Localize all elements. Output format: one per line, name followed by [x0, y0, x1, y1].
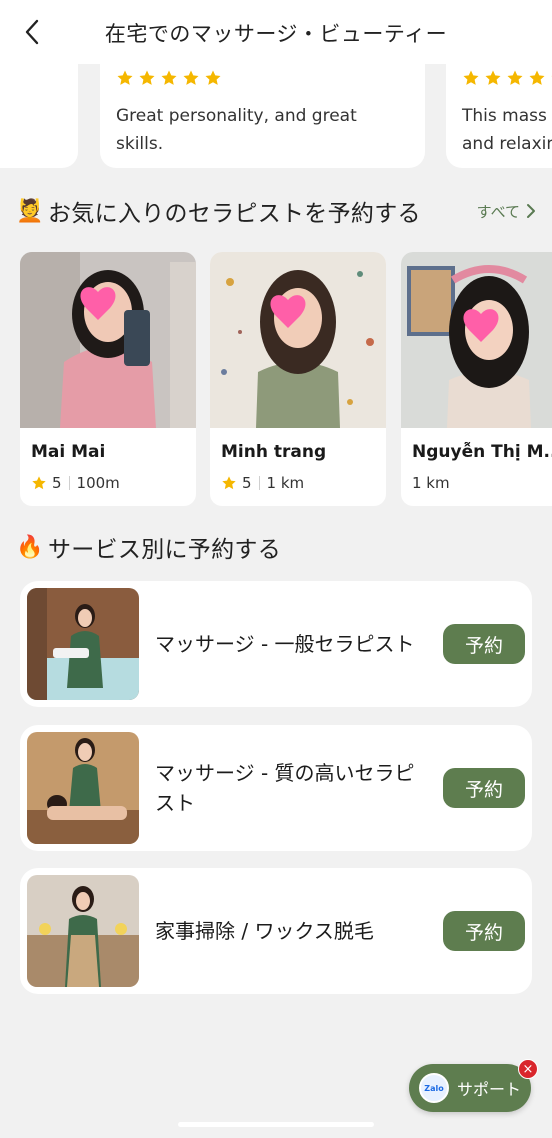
therapist-distance: 1 km — [266, 474, 305, 492]
fire-emoji-icon: 🔥 — [16, 534, 44, 560]
star-icon — [139, 70, 155, 85]
service-title: 家事掃除 / ワックス脱毛 — [155, 919, 374, 943]
therapist-name: Nguyễn Thị M... — [412, 442, 552, 462]
therapist-photo — [210, 252, 386, 428]
service-card[interactable]: 家事掃除 / ワックス脱毛 予約 — [20, 868, 532, 994]
therapist-card[interactable]: Nguyễn Thị M... 1 km — [401, 252, 552, 506]
home-indicator — [178, 1122, 374, 1127]
zalo-icon: Zalo — [419, 1073, 449, 1103]
therapist-rating: 5 — [242, 474, 252, 492]
service-title: マッサージ - 質の高いセラピスト — [155, 761, 415, 815]
therapist-name: Mai Mai — [31, 442, 106, 462]
star-icon — [222, 476, 236, 490]
therapist-meta: 5 100m — [20, 474, 196, 492]
service-image — [27, 732, 139, 844]
chevron-right-icon — [527, 204, 535, 218]
close-icon[interactable]: × — [518, 1059, 538, 1079]
see-all-link[interactable]: すべて — [477, 201, 536, 222]
page-title: 在宅でのマッサージ・ビューティー — [104, 22, 448, 46]
book-button[interactable]: 予約 — [443, 911, 525, 951]
star-icon — [161, 70, 177, 85]
star-icon — [205, 70, 221, 85]
therapist-distance: 100m — [76, 474, 120, 492]
therapist-meta: 5 1 km — [210, 474, 386, 492]
star-icon — [507, 70, 523, 85]
star-icon — [183, 70, 199, 85]
review-rating — [462, 68, 552, 88]
therapist-photo — [20, 252, 196, 428]
favorites-title: お気に入りのセラピストを予約する — [48, 201, 421, 227]
services-title: サービス別に予約する — [48, 537, 281, 563]
services-header: 🔥 サービス別に予約する — [16, 530, 536, 564]
service-card[interactable]: マッサージ - 一般セラピスト 予約 — [20, 581, 532, 707]
favorites-header: 💆 お気に入りのセラピストを予約する すべて — [16, 194, 536, 228]
therapist-name: Minh trang — [221, 442, 327, 462]
therapist-rating: 5 — [52, 474, 62, 492]
therapist-distance: 1 km — [412, 474, 450, 492]
review-text: Great personality, and great skills. — [116, 106, 357, 154]
see-all-label: すべて — [476, 202, 520, 221]
service-title: マッサージ - 一般セラピスト — [155, 632, 415, 656]
review-card[interactable]: Great personality, and great skills. — [100, 60, 425, 168]
review-carousel[interactable]: Great personality, and great skills. Thi… — [0, 60, 552, 176]
book-button[interactable]: 予約 — [443, 624, 525, 664]
book-button[interactable]: 予約 — [443, 768, 525, 808]
star-icon — [529, 70, 545, 85]
service-card[interactable]: マッサージ - 質の高いセラピスト 予約 — [20, 725, 532, 851]
support-button[interactable]: Zalo サポート — [409, 1064, 531, 1112]
therapist-card[interactable]: Minh trang 5 1 km — [210, 252, 386, 506]
service-image — [27, 875, 139, 987]
star-icon — [463, 70, 479, 85]
star-icon — [32, 476, 46, 490]
divider — [68, 476, 70, 490]
therapist-carousel[interactable]: Mai Mai 5 100m Minh trang 5 1 km Nguyễn … — [20, 252, 552, 508]
star-icon — [485, 70, 501, 85]
therapist-meta: 1 km — [401, 474, 552, 492]
support-label: サポート — [457, 1080, 522, 1099]
therapist-card[interactable]: Mai Mai 5 100m — [20, 252, 196, 506]
star-icon — [117, 70, 133, 85]
therapist-photo — [401, 252, 552, 428]
review-card[interactable] — [0, 60, 78, 168]
service-image — [27, 588, 139, 700]
divider — [258, 476, 260, 490]
top-bar: 在宅でのマッサージ・ビューティー — [0, 0, 552, 64]
massage-emoji-icon: 💆 — [16, 198, 44, 224]
review-card[interactable]: This mass and relaxin — [446, 60, 552, 168]
review-rating — [116, 68, 409, 88]
review-text: This mass and relaxin — [462, 106, 552, 154]
